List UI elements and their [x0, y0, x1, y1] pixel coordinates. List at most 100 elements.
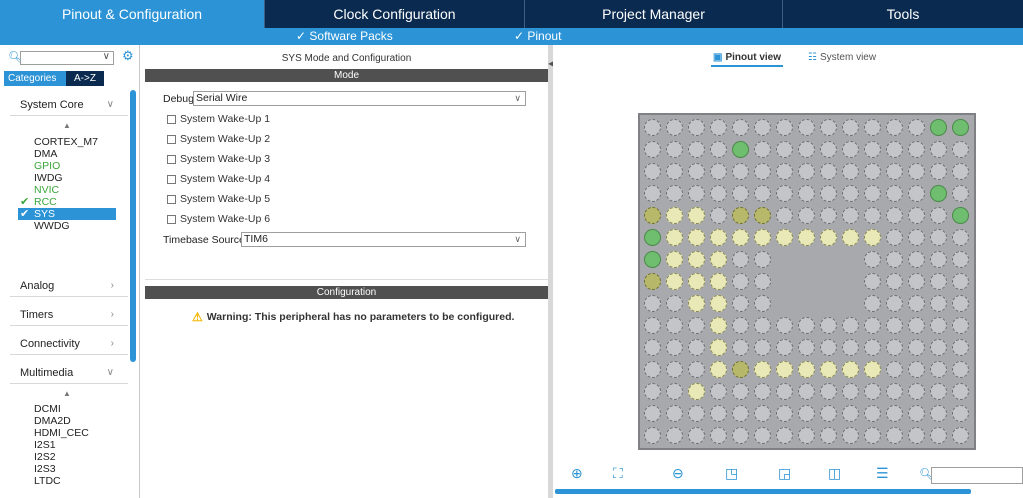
wakeup-6-checkbox[interactable]: System Wake-Up 6 — [167, 213, 270, 225]
chip-pin[interactable] — [820, 119, 837, 136]
chip-pin[interactable] — [688, 339, 705, 356]
chip-pin[interactable] — [666, 405, 683, 422]
chip-pin[interactable] — [930, 141, 947, 158]
chip-pin[interactable] — [908, 251, 925, 268]
chip-pin[interactable] — [952, 207, 969, 224]
chip-pin[interactable] — [666, 339, 683, 356]
chip-pin[interactable] — [864, 119, 881, 136]
chip-pin[interactable] — [776, 339, 793, 356]
chip-pin[interactable] — [798, 185, 815, 202]
chip-pin[interactable] — [952, 163, 969, 180]
chip-pin[interactable] — [644, 339, 661, 356]
chip-pin[interactable] — [930, 207, 947, 224]
chip-pin[interactable] — [688, 229, 705, 246]
chip-pin[interactable] — [864, 361, 881, 378]
chip-pin[interactable] — [820, 141, 837, 158]
chip-pin[interactable] — [820, 317, 837, 334]
chip-pin[interactable] — [688, 361, 705, 378]
chip-pin[interactable] — [644, 207, 661, 224]
chip-pin[interactable] — [842, 339, 859, 356]
list-item-i2s3[interactable]: I2S3 — [34, 463, 89, 475]
chip-pin[interactable] — [908, 405, 925, 422]
chip-pin[interactable] — [776, 361, 793, 378]
group-system-core[interactable]: System Core ∨ — [20, 99, 116, 111]
chip-pin[interactable] — [820, 427, 837, 444]
chip-pin[interactable] — [952, 229, 969, 246]
chip-pin[interactable] — [864, 383, 881, 400]
search-combo[interactable]: ∨ — [20, 51, 114, 65]
chip-pin[interactable] — [710, 207, 727, 224]
chip-pin[interactable] — [886, 295, 903, 312]
chip-pin[interactable] — [754, 207, 771, 224]
chip-pin[interactable] — [930, 427, 947, 444]
chip-pin[interactable] — [820, 339, 837, 356]
chip-pin[interactable] — [644, 119, 661, 136]
chip-pin[interactable] — [710, 405, 727, 422]
chip-pin[interactable] — [710, 295, 727, 312]
chip-pin[interactable] — [886, 229, 903, 246]
chip-pin[interactable] — [754, 163, 771, 180]
chip-pin[interactable] — [886, 427, 903, 444]
chip-pin[interactable] — [754, 273, 771, 290]
chip-pin[interactable] — [710, 339, 727, 356]
rotate-right-icon[interactable]: ◳ — [725, 465, 738, 482]
debug-select[interactable]: Serial Wire ∨ — [193, 91, 526, 106]
gear-icon[interactable]: ⚙ — [122, 48, 134, 64]
chip-pin[interactable] — [732, 119, 749, 136]
chip-pin[interactable] — [666, 361, 683, 378]
chip-pin[interactable] — [842, 317, 859, 334]
chip-pin[interactable] — [732, 383, 749, 400]
chip-pin[interactable] — [666, 185, 683, 202]
chip-pin[interactable] — [732, 207, 749, 224]
chip-pin[interactable] — [798, 339, 815, 356]
chip-pin[interactable] — [732, 405, 749, 422]
chip-pin[interactable] — [798, 141, 815, 158]
chip-pin[interactable] — [842, 119, 859, 136]
wakeup-2-checkbox[interactable]: System Wake-Up 2 — [167, 133, 270, 145]
chip-pin[interactable] — [886, 273, 903, 290]
chip-pin[interactable] — [644, 427, 661, 444]
chip-pin[interactable] — [644, 361, 661, 378]
chip-pin[interactable] — [820, 185, 837, 202]
chip-pin[interactable] — [930, 251, 947, 268]
chip-pin[interactable] — [864, 207, 881, 224]
chip-pin[interactable] — [908, 383, 925, 400]
sort-arrow-icon[interactable]: ▲ — [63, 121, 71, 130]
chip-pin[interactable] — [820, 361, 837, 378]
chip-pin[interactable] — [952, 119, 969, 136]
horizontal-scrollbar[interactable] — [555, 489, 971, 494]
chip-pin[interactable] — [798, 317, 815, 334]
wakeup-5-checkbox[interactable]: System Wake-Up 5 — [167, 193, 270, 205]
wakeup-3-checkbox[interactable]: System Wake-Up 3 — [167, 153, 270, 165]
chip-pin[interactable] — [644, 185, 661, 202]
chip-pin[interactable] — [776, 229, 793, 246]
chip-pin[interactable] — [710, 317, 727, 334]
chip-pin[interactable] — [644, 163, 661, 180]
chip-pin[interactable] — [754, 251, 771, 268]
mcu-chip-package[interactable] — [638, 113, 976, 450]
tab-a-z[interactable]: A->Z — [66, 71, 104, 86]
chip-pin[interactable] — [952, 185, 969, 202]
list-item-nvic[interactable]: NVIC — [34, 184, 116, 196]
chip-pin[interactable] — [688, 427, 705, 444]
chip-pin[interactable] — [710, 141, 727, 158]
chip-pin[interactable] — [754, 361, 771, 378]
chip-pin[interactable] — [886, 361, 903, 378]
flip-vertical-icon[interactable]: ☰ — [876, 465, 889, 482]
checkbox-box[interactable] — [167, 194, 176, 204]
tab-categories[interactable]: Categories — [4, 71, 66, 86]
list-item-iwdg[interactable]: IWDG — [34, 172, 116, 184]
chip-pin[interactable] — [666, 273, 683, 290]
chip-pin[interactable] — [886, 163, 903, 180]
chip-pin[interactable] — [864, 317, 881, 334]
group-analog[interactable]: Analog › — [20, 280, 116, 292]
chip-pin[interactable] — [886, 141, 903, 158]
chip-pin[interactable] — [776, 383, 793, 400]
chip-pin[interactable] — [930, 383, 947, 400]
chip-pin[interactable] — [732, 273, 749, 290]
zoom-out-icon[interactable]: ⊖ — [672, 465, 684, 482]
chip-pin[interactable] — [666, 427, 683, 444]
chip-pin[interactable] — [666, 119, 683, 136]
chip-pin[interactable] — [688, 273, 705, 290]
chip-pin[interactable] — [908, 317, 925, 334]
